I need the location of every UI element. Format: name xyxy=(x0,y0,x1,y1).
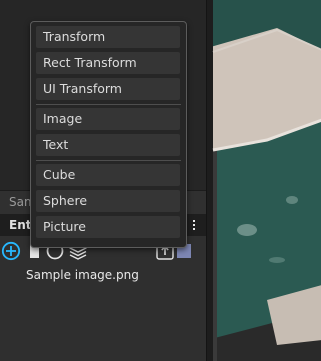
add-component-menu: Transform Rect Transform UI Transform Im… xyxy=(30,21,187,248)
drag-handle-icon[interactable] xyxy=(186,214,202,236)
menu-item-transform[interactable]: Transform xyxy=(36,26,180,48)
menu-item-text[interactable]: Text xyxy=(36,134,180,156)
menu-item-sphere[interactable]: Sphere xyxy=(36,190,180,212)
menu-item-cube[interactable]: Cube xyxy=(36,164,180,186)
plus-circle-icon[interactable] xyxy=(1,241,21,261)
menu-separator xyxy=(36,104,181,105)
menu-item-rect-transform[interactable]: Rect Transform xyxy=(36,52,180,74)
menu-item-image[interactable]: Image xyxy=(36,108,180,130)
image-preview xyxy=(206,0,321,361)
editor-window: Sample Entities xyxy=(0,0,321,361)
menu-item-picture[interactable]: Picture xyxy=(36,216,180,238)
preview-image xyxy=(207,0,321,361)
asset-file-name[interactable]: Sample image.png xyxy=(26,268,139,282)
menu-item-ui-transform[interactable]: UI Transform xyxy=(36,78,180,100)
menu-separator xyxy=(36,160,181,161)
